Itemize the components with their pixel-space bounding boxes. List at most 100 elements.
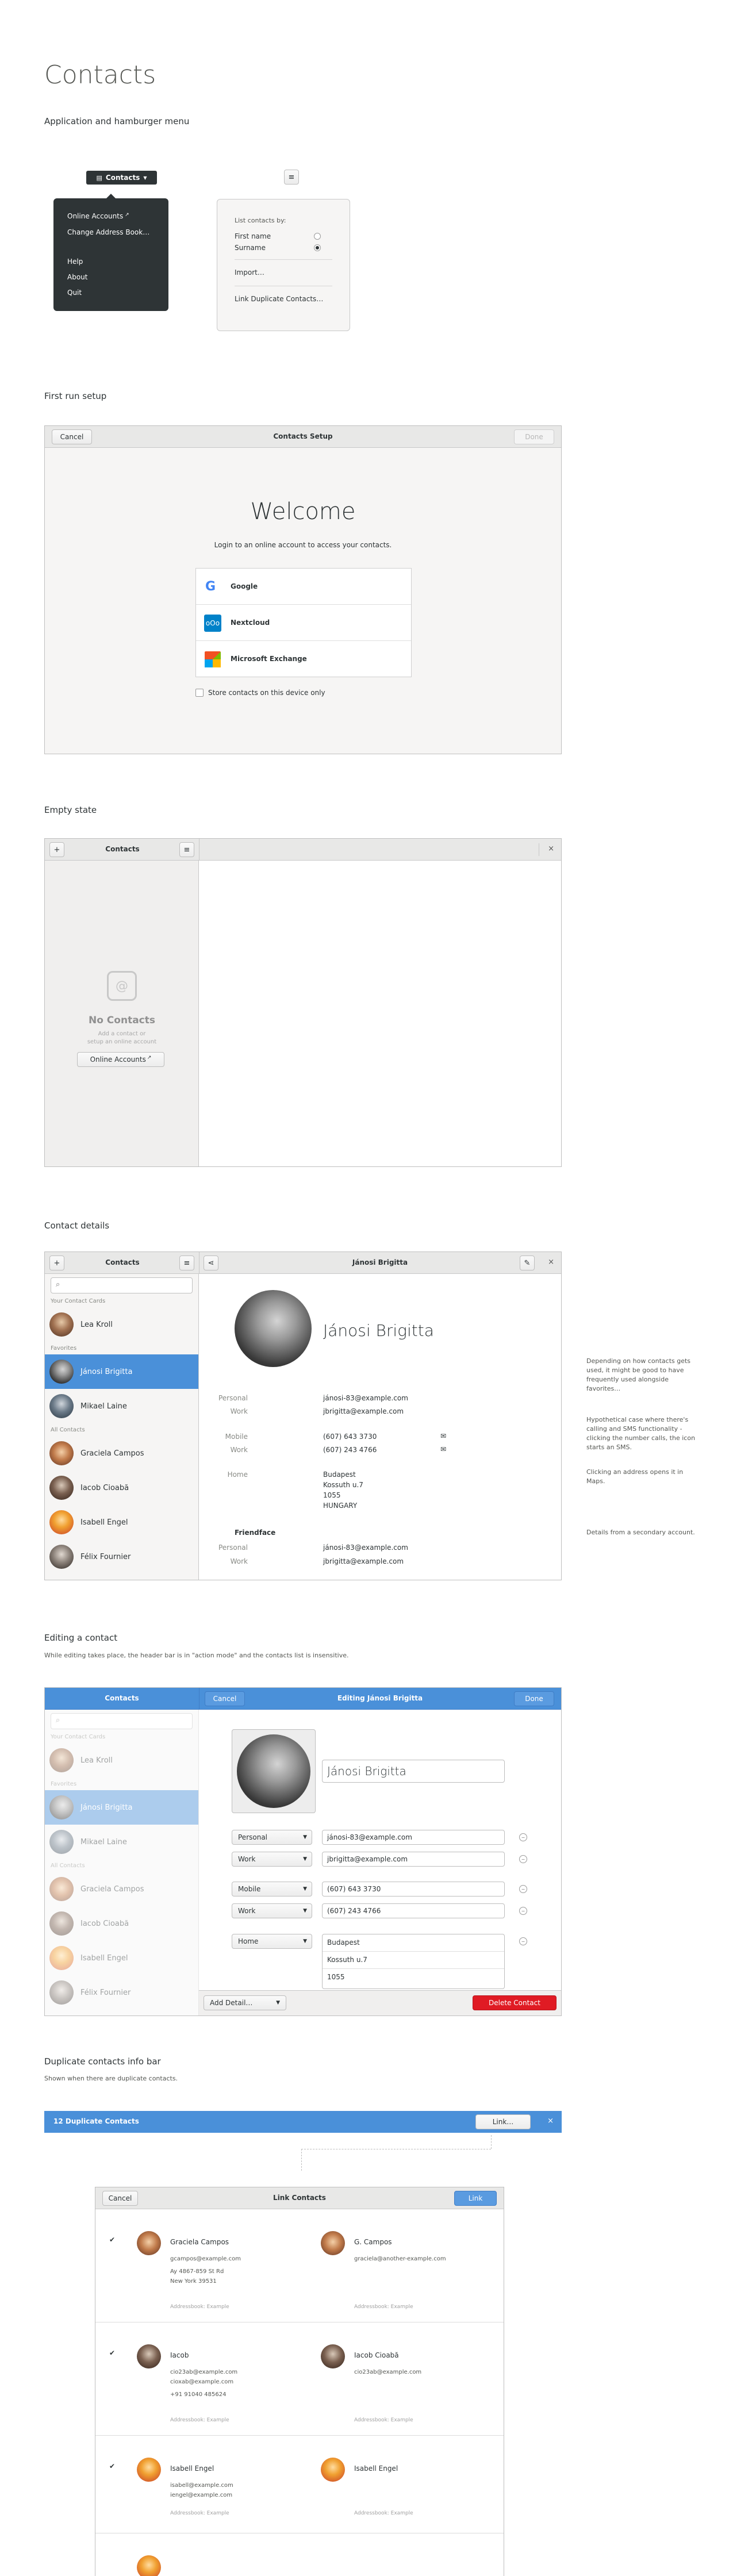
- contact-row[interactable]: Graciela Campos: [45, 1436, 198, 1471]
- contact-title: Jánosi Brigitta: [352, 1258, 408, 1266]
- contact-name: Iacob: [170, 2351, 189, 2359]
- phone-field[interactable]: (607) 243 4766: [322, 1903, 505, 1918]
- phone-mobile[interactable]: (607) 643 3730: [323, 1433, 377, 1441]
- contact-row[interactable]: Félix Fournier: [45, 1540, 198, 1574]
- contact-row: Iacob Cioabă: [45, 1906, 198, 1941]
- provider-exchange[interactable]: Microsoft Exchange: [196, 641, 411, 677]
- group-label-favorites: Favorites: [51, 1781, 77, 1787]
- contact-row: Graciela Campos: [45, 1872, 198, 1906]
- dialog-title: Link Contacts: [273, 2194, 326, 2202]
- delete-contact-button[interactable]: Delete Contact: [473, 1995, 557, 2010]
- contact-row-selected[interactable]: Jánosi Brigitta: [45, 1354, 198, 1389]
- close-icon[interactable]: ×: [548, 1258, 554, 1266]
- email-field[interactable]: jánosi-83@example.com: [322, 1830, 505, 1845]
- local-only-checkbox[interactable]: Store contacts on this device only: [195, 689, 325, 697]
- edit-action-bar: Add Detail… ▼ Delete Contact: [199, 1990, 561, 2016]
- chevron-down-icon: ▼: [303, 1886, 307, 1892]
- email-personal[interactable]: jánosi-83@example.com: [323, 1394, 408, 1402]
- remove-icon[interactable]: −: [519, 1833, 527, 1841]
- checkbox-checked-icon[interactable]: ✔: [109, 2349, 117, 2357]
- list-title: Contacts: [105, 1694, 139, 1702]
- close-icon[interactable]: ×: [548, 844, 554, 853]
- menu-item-online-accounts[interactable]: Online Accounts ↗: [67, 212, 129, 220]
- secondary-email-personal[interactable]: jánosi-83@example.com: [323, 1544, 408, 1552]
- chevron-down-icon: ▼: [143, 175, 147, 181]
- avatar: [49, 1360, 74, 1384]
- online-accounts-button[interactable]: Online Accounts ↗: [77, 1052, 164, 1067]
- sort-option-surname[interactable]: Surname: [235, 244, 321, 253]
- edit-button[interactable]: ✎: [520, 1256, 535, 1270]
- checkbox-checked-icon[interactable]: ✔: [109, 2462, 117, 2470]
- hamburger-menu-button[interactable]: ≡: [284, 170, 299, 185]
- email-work[interactable]: jbrigitta@example.com: [323, 1407, 404, 1415]
- address-field[interactable]: Budapest Kossuth u.7 1055: [322, 1934, 505, 1989]
- provider-nextcloud[interactable]: oOo Nextcloud: [196, 605, 411, 641]
- sms-icon[interactable]: ✉: [440, 1432, 446, 1440]
- close-icon[interactable]: ×: [547, 2117, 554, 2125]
- search-input[interactable]: ⌕: [51, 1277, 193, 1293]
- annotation-note: Depending on how contacts gets used, it …: [586, 1357, 691, 1392]
- done-button[interactable]: Done: [514, 429, 554, 444]
- remove-icon[interactable]: −: [519, 1885, 527, 1893]
- photo-chooser-button[interactable]: [232, 1729, 316, 1813]
- link-button[interactable]: Link: [454, 2191, 497, 2206]
- contact-row[interactable]: Iacob Cioabă: [45, 1471, 198, 1505]
- checkbox-checked-icon[interactable]: ✔: [109, 2236, 117, 2244]
- email-field[interactable]: jbrigitta@example.com: [322, 1852, 505, 1867]
- group-label-frequent: Your Contact Cards: [51, 1734, 106, 1740]
- menu-item-change-address-book[interactable]: Change Address Book…: [67, 228, 149, 236]
- provider-google[interactable]: G Google: [196, 569, 411, 605]
- hamburger-menu-button[interactable]: ≡: [179, 842, 194, 857]
- address-city[interactable]: Budapest: [323, 1471, 356, 1479]
- link-duplicates-button[interactable]: Link…: [475, 2114, 531, 2129]
- avatar: [49, 1748, 74, 1772]
- duplicates-info-bar: 12 Duplicate Contacts Link… ×: [44, 2111, 562, 2133]
- contact-detail: New York 39531: [170, 2278, 217, 2285]
- address-line[interactable]: Kossuth u.7: [323, 1952, 504, 1969]
- remove-icon[interactable]: −: [519, 1855, 527, 1863]
- chevron-down-icon: ▼: [276, 2000, 280, 2006]
- menu-item-import[interactable]: Import…: [235, 268, 264, 277]
- empty-heading: No Contacts: [88, 1015, 155, 1026]
- provider-list: G Google oOo Nextcloud Microsoft Exchang…: [195, 568, 412, 677]
- annotation-note: Details from a secondary account.: [586, 1529, 695, 1536]
- remove-icon[interactable]: −: [519, 1907, 527, 1915]
- contact-details-window: + Contacts ≡ ⋖ Jánosi Brigitta ✎ × ⌕ You…: [44, 1251, 562, 1580]
- add-contact-button[interactable]: +: [49, 1256, 64, 1270]
- menu-item-about[interactable]: About: [67, 273, 87, 281]
- remove-icon[interactable]: −: [519, 1937, 527, 1945]
- annotation-note: Clicking an address opens it in Maps.: [586, 1468, 684, 1485]
- sms-icon[interactable]: ✉: [440, 1445, 446, 1453]
- section-title-empty: Empty state: [44, 805, 97, 815]
- name-field[interactable]: Jánosi Brigitta: [322, 1760, 505, 1783]
- contact-row[interactable]: Lea Kroll: [45, 1307, 198, 1342]
- sort-option-first-name[interactable]: First name: [235, 232, 321, 241]
- hamburger-menu-button[interactable]: ≡: [179, 1256, 194, 1270]
- avatar: [137, 2458, 161, 2482]
- menu-item-quit[interactable]: Quit: [67, 289, 82, 297]
- contact-name: Isabell Engel: [170, 2464, 214, 2473]
- phone-type-select[interactable]: Work ▼: [232, 1903, 312, 1918]
- contact-row[interactable]: Mikael Laine: [45, 1389, 198, 1423]
- menu-item-link-duplicates[interactable]: Link Duplicate Contacts…: [235, 295, 323, 303]
- app-menu-label: Contacts: [105, 174, 140, 182]
- address-type-select[interactable]: Home ▼: [232, 1934, 312, 1949]
- secondary-account-title: Friendface: [235, 1529, 276, 1537]
- email-type-select[interactable]: Personal ▼: [232, 1830, 312, 1845]
- address-line[interactable]: 1055: [323, 1969, 504, 1986]
- contact-row[interactable]: Isabell Engel: [45, 1505, 198, 1540]
- add-contact-button[interactable]: +: [49, 842, 64, 857]
- phone-type-select[interactable]: Mobile ▼: [232, 1882, 312, 1897]
- phone-field[interactable]: (607) 643 3730: [322, 1882, 505, 1897]
- email-type-select[interactable]: Work ▼: [232, 1852, 312, 1867]
- group-label-all: All Contacts: [51, 1863, 85, 1869]
- done-button[interactable]: Done: [514, 1691, 554, 1706]
- menu-item-help[interactable]: Help: [67, 258, 83, 266]
- secondary-email-work[interactable]: jbrigitta@example.com: [323, 1557, 404, 1565]
- section-title-menu: Application and hamburger menu: [44, 116, 190, 126]
- app-menu-button[interactable]: ▤ Contacts ▼: [86, 171, 157, 185]
- address-line[interactable]: Budapest: [323, 1934, 504, 1952]
- add-detail-button[interactable]: Add Detail… ▼: [204, 1995, 286, 2010]
- radio-selected-icon: [314, 244, 321, 251]
- phone-work[interactable]: (607) 243 4766: [323, 1446, 377, 1454]
